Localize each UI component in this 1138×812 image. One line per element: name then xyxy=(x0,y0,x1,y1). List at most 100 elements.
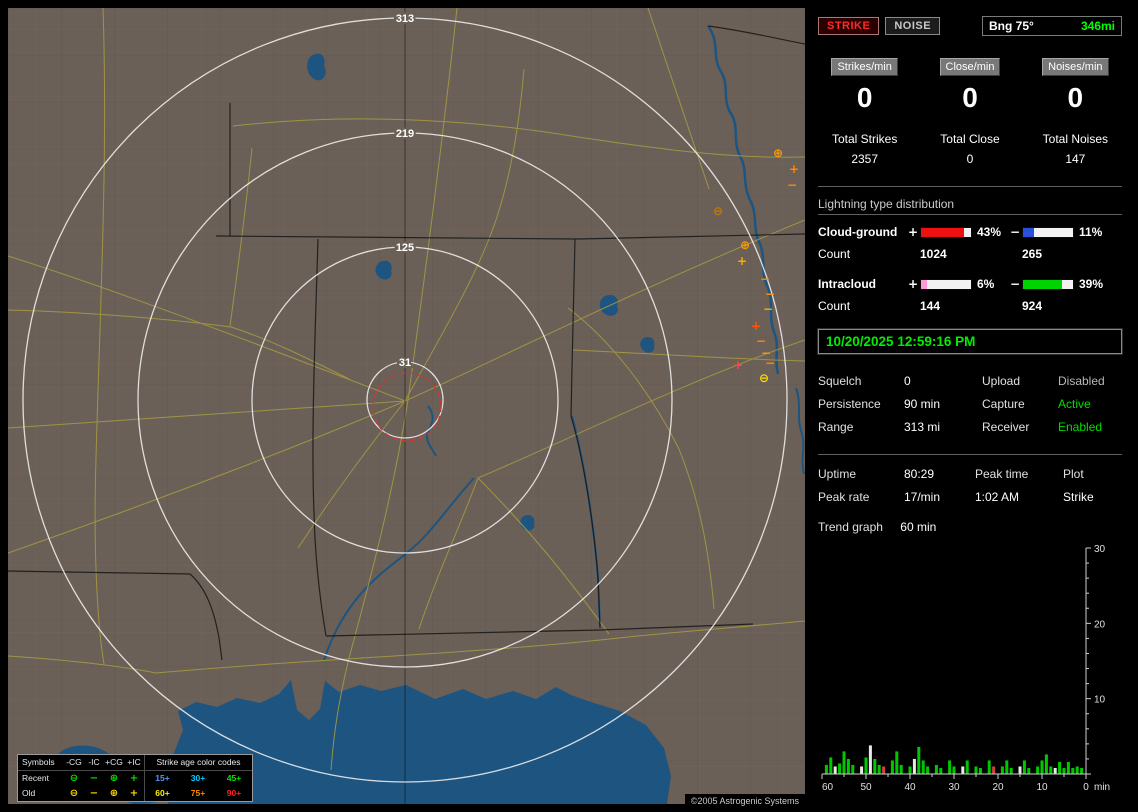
svg-text:+: + xyxy=(733,358,743,372)
intracloud-row: Intracloud + 6% − 39% xyxy=(818,277,1122,291)
count-label: Count xyxy=(818,299,920,313)
range-label: Range xyxy=(818,420,904,434)
svg-text:30: 30 xyxy=(948,782,960,793)
close-per-min-value: 0 xyxy=(923,82,1016,114)
pos-ic-recent-symbol: + xyxy=(124,771,144,786)
legend-col-neg-cg: -CG xyxy=(64,755,84,771)
age-code-60: 60+ xyxy=(144,786,180,801)
nexstorm-window: 313 219 125 31 ⊕+−⊖⊕+−−−+−−+−⊖ Symbols -… xyxy=(0,0,1138,812)
trend-graph-label: Trend graph xyxy=(818,520,883,534)
total-strikes-value: 2357 xyxy=(818,152,911,166)
settings-grid: Squelch 0 Upload Disabled Persistence 90… xyxy=(818,374,1122,434)
cloud-ground-count-row: Count 1024 265 xyxy=(818,247,1122,261)
trend-graph: 3020106050403020100min xyxy=(818,542,1118,794)
intracloud-negative-pct: 39% xyxy=(1074,277,1110,291)
neg-ic-old-symbol: − xyxy=(84,786,104,801)
distribution-title: Lightning type distribution xyxy=(818,197,1122,211)
legend-col-neg-ic: -IC xyxy=(84,755,104,771)
uptime-label: Uptime xyxy=(818,467,904,481)
intracloud-label: Intracloud xyxy=(818,277,906,291)
total-strikes-block: Total Strikes 2357 xyxy=(818,132,911,166)
svg-text:40: 40 xyxy=(904,782,916,793)
ring-label-219: 219 xyxy=(396,128,414,140)
total-strikes-label: Total Strikes xyxy=(818,132,911,146)
svg-text:+: + xyxy=(737,254,747,268)
panel-header: STRIKE NOISE Bng 75° 346mi xyxy=(818,16,1122,36)
divider xyxy=(818,454,1122,455)
status-panel: STRIKE NOISE Bng 75° 346mi Strikes/min 0… xyxy=(813,8,1130,804)
lightning-map[interactable]: 313 219 125 31 ⊕+−⊖⊕+−−−+−−+−⊖ xyxy=(8,8,805,804)
cloud-ground-negative-bar xyxy=(1022,227,1074,238)
pos-cg-recent-symbol: ⊕ xyxy=(104,771,124,786)
neg-ic-recent-symbol: − xyxy=(84,771,104,786)
cloud-ground-row: Cloud-ground + 43% − 11% xyxy=(818,225,1122,239)
intracloud-count-row: Count 144 924 xyxy=(818,299,1122,313)
intracloud-positive-pct: 6% xyxy=(972,277,1008,291)
range-value: 313 mi xyxy=(904,420,982,434)
uptime-value: 80:29 xyxy=(904,467,975,481)
svg-text:20: 20 xyxy=(1094,619,1106,630)
age-code-75: 75+ xyxy=(180,786,216,801)
cloud-ground-label: Cloud-ground xyxy=(818,225,906,239)
total-counters: Total Strikes 2357 Total Close 0 Total N… xyxy=(818,132,1122,166)
svg-text:⊕: ⊕ xyxy=(740,238,750,252)
strikes-per-min-block: Strikes/min 0 xyxy=(818,58,911,114)
svg-text:10: 10 xyxy=(1094,695,1106,706)
upload-status: Disabled xyxy=(1058,374,1122,388)
age-code-15: 15+ xyxy=(144,771,180,786)
svg-text:⊕: ⊕ xyxy=(773,146,783,160)
cloud-ground-positive-bar xyxy=(920,227,972,238)
age-code-30: 30+ xyxy=(180,771,216,786)
stats-grid: Uptime 80:29 Peak time Plot Peak rate 17… xyxy=(818,467,1122,504)
persistence-value: 90 min xyxy=(904,397,982,411)
close-per-min-label: Close/min xyxy=(940,58,1001,76)
pos-ic-old-symbol: + xyxy=(124,786,144,801)
total-close-block: Total Close 0 xyxy=(923,132,1016,166)
bearing-label: Bng 75° xyxy=(989,19,1034,33)
receiver-label: Receiver xyxy=(982,420,1058,434)
svg-text:min: min xyxy=(1094,782,1110,793)
legend-col-pos-cg: +CG xyxy=(104,755,124,771)
svg-text:+: + xyxy=(789,162,799,176)
capture-status: Active xyxy=(1058,397,1122,411)
cloud-ground-negative-pct: 11% xyxy=(1074,225,1110,239)
noise-toggle-button[interactable]: NOISE xyxy=(885,17,940,35)
svg-text:0: 0 xyxy=(1083,782,1089,793)
svg-text:30: 30 xyxy=(1094,544,1106,555)
trend-graph-window: 60 min xyxy=(900,520,936,534)
plot-label: Plot xyxy=(1063,467,1122,481)
noises-per-min-block: Noises/min 0 xyxy=(1029,58,1122,114)
svg-text:−: − xyxy=(787,178,797,192)
strikes-per-min-label: Strikes/min xyxy=(831,58,897,76)
rate-counters: Strikes/min 0 Close/min 0 Noises/min 0 xyxy=(818,58,1122,114)
svg-text:−: − xyxy=(765,287,775,301)
intracloud-negative-bar xyxy=(1022,279,1074,290)
svg-text:60: 60 xyxy=(822,782,834,793)
minus-sign: − xyxy=(1008,225,1022,239)
neg-cg-old-symbol: ⊖ xyxy=(64,786,84,801)
noises-per-min-value: 0 xyxy=(1029,82,1122,114)
legend-symbols-header: Symbols xyxy=(18,755,64,771)
svg-text:20: 20 xyxy=(992,782,1004,793)
svg-text:10: 10 xyxy=(1036,782,1048,793)
map-legend: Symbols -CG -IC +CG +IC Strike age color… xyxy=(17,754,253,802)
age-code-90: 90+ xyxy=(216,786,252,801)
peak-time-label: Peak time xyxy=(975,467,1063,481)
receiver-status: Enabled xyxy=(1058,420,1122,434)
legend-row-old-label: Old xyxy=(18,786,64,801)
capture-label: Capture xyxy=(982,397,1058,411)
divider xyxy=(818,186,1122,187)
ring-label-31: 31 xyxy=(399,357,411,369)
ring-label-125: 125 xyxy=(396,242,414,254)
intracloud-negative-count: 924 xyxy=(1022,299,1042,313)
ring-label-313: 313 xyxy=(396,13,414,25)
total-noises-block: Total Noises 147 xyxy=(1029,132,1122,166)
plus-sign: + xyxy=(906,225,920,239)
legend-age-header: Strike age color codes xyxy=(144,755,252,771)
total-close-label: Total Close xyxy=(923,132,1016,146)
squelch-label: Squelch xyxy=(818,374,904,388)
map-view[interactable]: 313 219 125 31 ⊕+−⊖⊕+−−−+−−+−⊖ Symbols -… xyxy=(8,8,805,804)
strike-toggle-button[interactable]: STRIKE xyxy=(818,17,879,35)
pos-cg-old-symbol: ⊕ xyxy=(104,786,124,801)
peak-rate-label: Peak rate xyxy=(818,490,904,504)
